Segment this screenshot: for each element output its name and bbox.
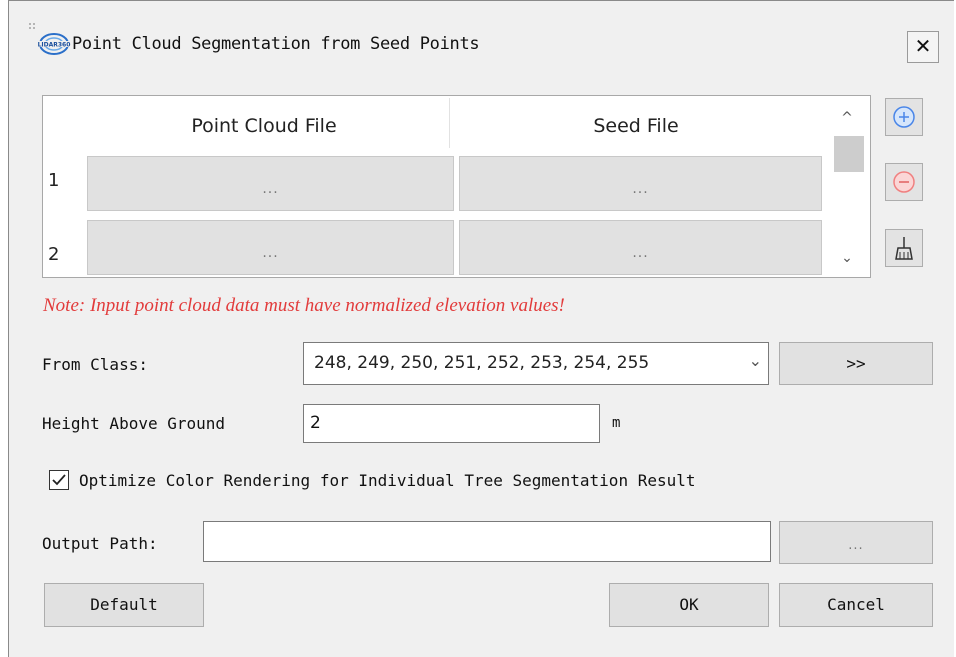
table-scrollbar[interactable]: ^ ⌄ (827, 98, 867, 275)
ok-button[interactable]: OK (609, 583, 769, 627)
broom-icon (895, 237, 913, 260)
output-path-label: Output Path: (42, 534, 158, 553)
scroll-thumb[interactable] (834, 136, 864, 172)
column-header-seed-file: Seed File (451, 98, 821, 148)
file-table: Point Cloud File Seed File 1 ... ... 2 .… (42, 95, 871, 278)
plus-circle-icon (893, 106, 915, 128)
scroll-down-icon[interactable]: ⌄ (827, 242, 867, 274)
from-class-select[interactable]: 248, 249, 250, 251, 252, 253, 254, 255 ⌄ (303, 342, 769, 385)
segmentation-dialog: LIDAR360 Point Cloud Segmentation from S… (8, 0, 954, 657)
optimize-color-checkbox[interactable] (49, 470, 69, 490)
lidar360-logo-icon: LIDAR360 (38, 33, 71, 55)
height-above-ground-input[interactable]: 2 (303, 404, 600, 443)
seed-file-browse-button[interactable]: ... (459, 156, 822, 211)
checkmark-icon (52, 474, 66, 486)
close-button[interactable]: ✕ (907, 31, 939, 63)
cancel-button[interactable]: Cancel (779, 583, 933, 627)
from-class-label: From Class: (42, 355, 148, 374)
height-unit-label: m (612, 415, 621, 431)
default-button[interactable]: Default (44, 583, 204, 627)
clear-rows-button[interactable] (885, 229, 923, 267)
svg-text:LIDAR360: LIDAR360 (38, 42, 71, 49)
select-class-button[interactable]: >> (779, 342, 933, 385)
scroll-up-icon[interactable]: ^ (827, 102, 867, 134)
chevron-down-icon: ⌄ (748, 351, 762, 370)
column-header-point-cloud-file: Point Cloud File (79, 98, 450, 148)
close-icon: ✕ (914, 34, 932, 58)
output-path-input[interactable] (203, 521, 771, 562)
row-number: 1 (48, 170, 60, 191)
row-number: 2 (48, 244, 60, 265)
remove-row-button[interactable] (885, 163, 923, 201)
point-cloud-file-browse-button[interactable]: ... (87, 156, 454, 211)
minus-circle-icon (893, 171, 915, 193)
from-class-value: 248, 249, 250, 251, 252, 253, 254, 255 (314, 353, 650, 373)
output-browse-button[interactable]: ... (779, 521, 933, 564)
point-cloud-file-browse-button[interactable]: ... (87, 220, 454, 275)
seed-file-browse-button[interactable]: ... (459, 220, 822, 275)
add-row-button[interactable] (885, 98, 923, 136)
note-text: Note: Input point cloud data must have n… (43, 295, 565, 316)
height-above-ground-label: Height Above Ground (42, 414, 226, 433)
dialog-title: Point Cloud Segmentation from Seed Point… (72, 34, 480, 54)
optimize-color-label[interactable]: Optimize Color Rendering for Individual … (79, 471, 696, 490)
